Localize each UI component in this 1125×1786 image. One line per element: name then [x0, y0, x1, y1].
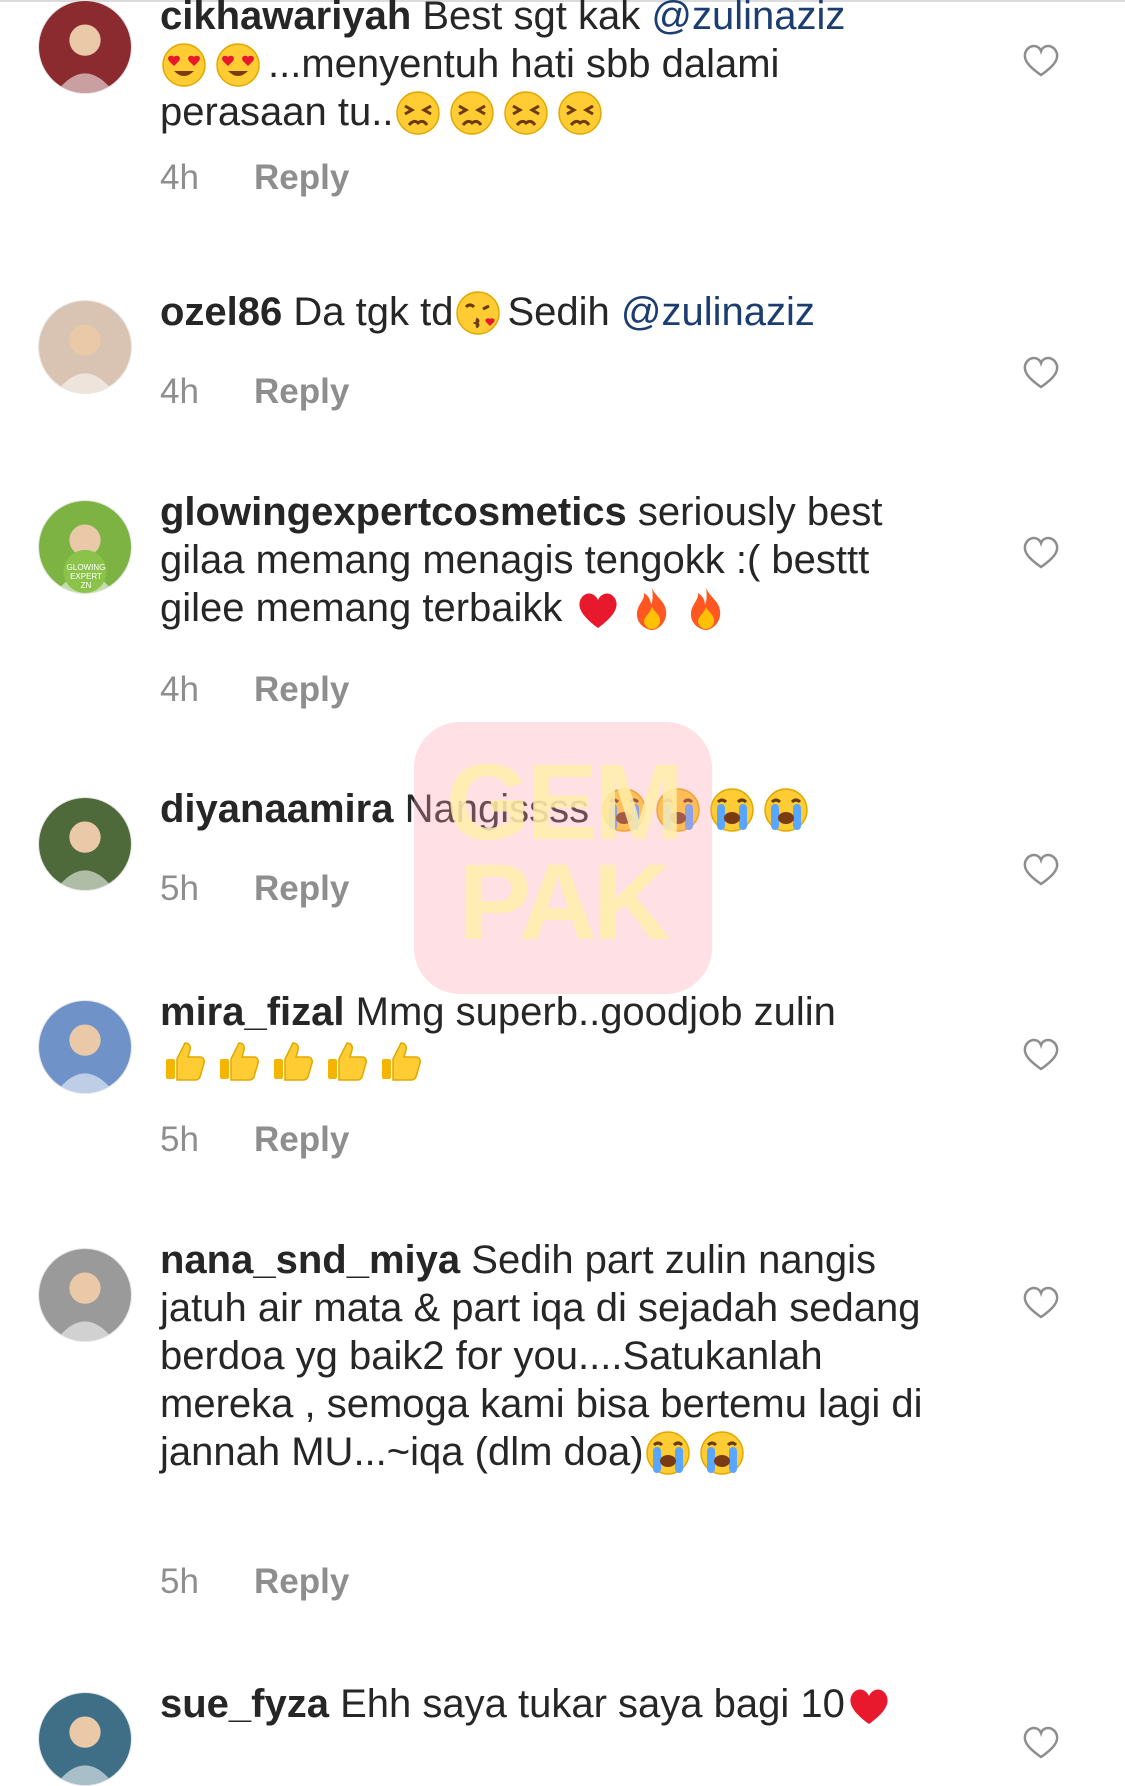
- comment-body: perasaan tu..: [160, 90, 394, 134]
- like-heart-icon[interactable]: [1022, 536, 1060, 570]
- red-heart-emoji-icon: [574, 585, 624, 629]
- mention-link[interactable]: @zulinaziz: [651, 0, 845, 38]
- like-heart-icon[interactable]: [1022, 853, 1060, 887]
- comment-timestamp: 5h: [160, 869, 199, 908]
- watermark-line-1: GEM: [445, 741, 684, 862]
- comment-timestamp: 4h: [160, 670, 199, 709]
- like-heart-icon[interactable]: [1022, 44, 1060, 78]
- comment-text: cikhawariyah Best sgt kak @zulinaziz ...m…: [160, 0, 950, 136]
- kiss-emoji-icon: [454, 289, 504, 335]
- avatar[interactable]: [38, 0, 132, 94]
- persevering-emoji-icon: [448, 89, 498, 135]
- crying-emoji-icon: [644, 1429, 694, 1475]
- thumbs-up-emoji-icon: [160, 1037, 210, 1081]
- avatar[interactable]: [38, 797, 132, 891]
- comment-username[interactable]: diyanaamira: [160, 787, 393, 831]
- comment-username[interactable]: glowingexpertcosmetics: [160, 490, 627, 534]
- like-heart-icon[interactable]: [1022, 1038, 1060, 1072]
- comment-body: Ehh saya tukar saya bagi 10: [340, 1682, 845, 1726]
- fire-emoji-icon: [682, 585, 732, 630]
- mention-link[interactable]: @zulinaziz: [621, 290, 815, 334]
- comment-text: sue_fyza Ehh saya tukar saya bagi 10: [160, 1680, 950, 1728]
- reply-button[interactable]: Reply: [254, 869, 349, 908]
- avatar[interactable]: [38, 1692, 132, 1786]
- comment-meta: 4h Reply: [160, 372, 349, 412]
- comment-username[interactable]: ozel86: [160, 290, 282, 334]
- comment-text: mira_fizal Mmg superb..goodjob zulin: [160, 988, 950, 1084]
- comment-username[interactable]: nana_snd_miya: [160, 1238, 460, 1282]
- comment-body: ...menyentuh hati sbb dalami: [268, 42, 780, 86]
- comment-meta: 5h Reply: [160, 1120, 349, 1160]
- comment-body: Sedih: [507, 290, 621, 334]
- thumbs-up-emoji-icon: [322, 1037, 372, 1081]
- comment-text: ozel86 Da tgk td Sedih @zulinaziz: [160, 288, 950, 336]
- comment-timestamp: 5h: [160, 1120, 199, 1159]
- reply-button[interactable]: Reply: [254, 1562, 349, 1601]
- comment-text: glowingexpertcosmetics seriously best gi…: [160, 488, 950, 632]
- thumbs-up-emoji-icon: [268, 1037, 318, 1081]
- reply-button[interactable]: Reply: [254, 1120, 349, 1159]
- comment-timestamp: 4h: [160, 158, 199, 197]
- thumbs-up-emoji-icon: [214, 1037, 264, 1081]
- persevering-emoji-icon: [556, 89, 606, 135]
- thumbs-up-emoji-icon: [376, 1037, 426, 1081]
- avatar[interactable]: [38, 1000, 132, 1094]
- avatar-logo-text: GLOWING EXPERT ZN: [66, 563, 106, 590]
- comment-username[interactable]: mira_fizal: [160, 990, 345, 1034]
- like-heart-icon[interactable]: [1022, 356, 1060, 390]
- comment-meta: 5h Reply: [160, 869, 349, 909]
- comment-meta: 5h Reply: [160, 1562, 349, 1602]
- avatar[interactable]: GLOWING EXPERT ZN: [38, 500, 132, 594]
- reply-button[interactable]: Reply: [254, 372, 349, 411]
- avatar[interactable]: [38, 1248, 132, 1342]
- comment-timestamp: 5h: [160, 1562, 199, 1601]
- crying-emoji-icon: [698, 1429, 748, 1475]
- comment-body: Best sgt kak: [422, 0, 652, 38]
- watermark-line-2: PAK: [458, 841, 671, 962]
- watermark-logo: GEM PAK: [414, 722, 712, 994]
- avatar[interactable]: [38, 300, 132, 394]
- comment-body: Mmg superb..goodjob zulin: [355, 990, 836, 1034]
- like-heart-icon[interactable]: [1022, 1726, 1060, 1760]
- comment-meta: 4h Reply: [160, 158, 349, 198]
- comment-timestamp: 4h: [160, 372, 199, 411]
- heart-eyes-emoji-icon: [160, 41, 210, 87]
- reply-button[interactable]: Reply: [254, 670, 349, 709]
- comment-meta: 4h Reply: [160, 670, 349, 710]
- crying-emoji-icon: [762, 786, 812, 832]
- like-heart-icon[interactable]: [1022, 1286, 1060, 1320]
- comment-body: Da tgk td: [293, 290, 454, 334]
- crying-emoji-icon: [708, 786, 758, 832]
- heart-eyes-emoji-icon: [214, 41, 264, 87]
- comment-text: nana_snd_miya Sedih part zulin nangis ja…: [160, 1236, 950, 1476]
- comment-username[interactable]: sue_fyza: [160, 1682, 329, 1726]
- comment-username[interactable]: cikhawariyah: [160, 0, 411, 38]
- persevering-emoji-icon: [394, 89, 444, 135]
- persevering-emoji-icon: [502, 89, 552, 135]
- fire-emoji-icon: [628, 585, 678, 630]
- red-heart-emoji-icon: [845, 1681, 895, 1725]
- reply-button[interactable]: Reply: [254, 158, 349, 197]
